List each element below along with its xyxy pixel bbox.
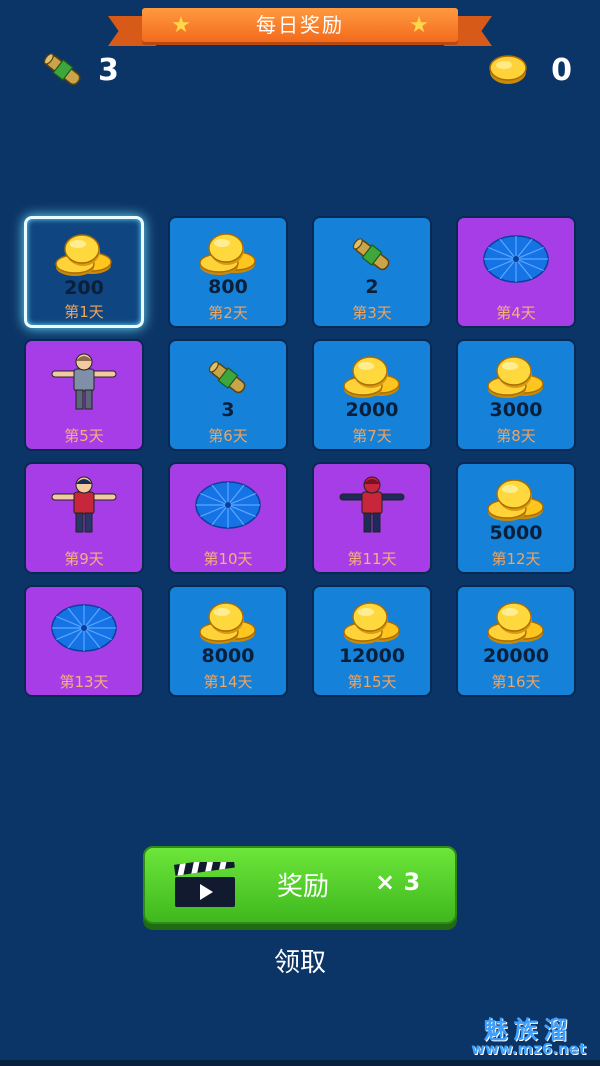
day-label: 第1天 bbox=[64, 303, 104, 321]
day-label: 第5天 bbox=[64, 427, 104, 445]
day-label: 第9天 bbox=[64, 550, 104, 568]
reward-amount: 12000 bbox=[338, 645, 406, 667]
day-label: 第14天 bbox=[203, 673, 253, 691]
reward-tile-day-2[interactable]: 800 第2天 bbox=[168, 216, 288, 328]
star-icon: ★ bbox=[171, 13, 191, 38]
coin-icon bbox=[489, 55, 527, 84]
claim-multiplier: × 3 bbox=[375, 868, 421, 896]
reward-tile-day-7[interactable]: 2000 第7天 bbox=[312, 339, 432, 451]
reward-tile-day-12[interactable]: 5000 第12天 bbox=[456, 462, 576, 574]
claim-link[interactable]: 领取 bbox=[0, 942, 600, 979]
reward-amount: 2000 bbox=[345, 399, 399, 421]
star-icon: ★ bbox=[409, 13, 429, 38]
coin-count: 0 bbox=[551, 52, 572, 88]
scroll-count: 3 bbox=[98, 52, 119, 88]
day-label: 第7天 bbox=[352, 427, 392, 445]
day-label: 第13天 bbox=[59, 673, 109, 691]
page-title: 每日奖励 bbox=[256, 13, 344, 37]
reward-amount: 20000 bbox=[482, 645, 550, 667]
day-label: 第3天 bbox=[352, 304, 392, 322]
reward-tile-day-5[interactable]: 第5天 bbox=[24, 339, 144, 451]
ribbon-banner: ★ 每日奖励 ★ bbox=[142, 8, 458, 42]
watermark-text: 魅族溜 bbox=[483, 1016, 574, 1044]
reward-tile-day-15[interactable]: 12000 第15天 bbox=[312, 585, 432, 697]
title-ribbon: ★ 每日奖励 ★ bbox=[108, 4, 492, 50]
reward-tile-day-14[interactable]: 8000 第14天 bbox=[168, 585, 288, 697]
reward-tile-day-6[interactable]: 3 第6天 bbox=[168, 339, 288, 451]
day-label: 第4天 bbox=[496, 304, 536, 322]
reward-tile-day-3[interactable]: 2 第3天 bbox=[312, 216, 432, 328]
reward-tile-day-11[interactable]: 第11天 bbox=[312, 462, 432, 574]
reward-amount: 5000 bbox=[489, 522, 543, 544]
watermark: 魅族溜 www.mz6.net bbox=[471, 1018, 586, 1057]
day-label: 第2天 bbox=[208, 304, 248, 322]
reward-tile-day-10[interactable]: 第10天 bbox=[168, 462, 288, 574]
reward-tile-day-9[interactable]: 第9天 bbox=[24, 462, 144, 574]
reward-tile-day-1[interactable]: 200 第1天 bbox=[24, 216, 144, 328]
day-label: 第6天 bbox=[208, 427, 248, 445]
character-icon bbox=[314, 476, 430, 534]
day-label: 第8天 bbox=[496, 427, 536, 445]
scroll-counter: 3 bbox=[40, 48, 119, 92]
daily-reward-screen: ★ 每日奖励 ★ 3 0 200 第1天 800 第2天 2 第3天 第4天 第5天 3 第6天 2… bbox=[0, 0, 600, 1066]
day-label: 第15天 bbox=[347, 673, 397, 691]
video-clapper-icon bbox=[173, 862, 235, 907]
reward-amount: 800 bbox=[208, 276, 248, 298]
reward-amount: 2 bbox=[365, 276, 379, 298]
character-icon bbox=[26, 353, 142, 411]
scroll-icon bbox=[43, 53, 81, 86]
bottom-bar bbox=[0, 1060, 600, 1066]
lucky-wheel-icon bbox=[26, 599, 142, 657]
lucky-wheel-icon bbox=[170, 476, 286, 534]
watermark-url: www.mz6.net bbox=[471, 1040, 586, 1058]
reward-amount: 200 bbox=[64, 277, 104, 299]
day-label: 第11天 bbox=[347, 550, 397, 568]
day-label: 第10天 bbox=[203, 550, 253, 568]
character-icon bbox=[26, 476, 142, 534]
reward-tile-day-16[interactable]: 20000 第16天 bbox=[456, 585, 576, 697]
reward-grid: 200 第1天 800 第2天 2 第3天 第4天 第5天 3 第6天 2000 第7天 3000 第8天… bbox=[24, 216, 576, 697]
reward-tile-day-8[interactable]: 3000 第8天 bbox=[456, 339, 576, 451]
lucky-wheel-icon bbox=[458, 230, 574, 288]
reward-tile-day-4[interactable]: 第4天 bbox=[456, 216, 576, 328]
claim-reward-button[interactable]: 奖励 × 3 bbox=[143, 846, 457, 924]
reward-amount: 3000 bbox=[489, 399, 543, 421]
reward-tile-day-13[interactable]: 第13天 bbox=[24, 585, 144, 697]
coin-counter: 0 bbox=[487, 48, 572, 92]
reward-amount: 8000 bbox=[201, 645, 255, 667]
day-label: 第12天 bbox=[491, 550, 541, 568]
reward-amount: 3 bbox=[221, 399, 235, 421]
claim-label: 奖励 bbox=[277, 872, 330, 902]
day-label: 第16天 bbox=[491, 673, 541, 691]
